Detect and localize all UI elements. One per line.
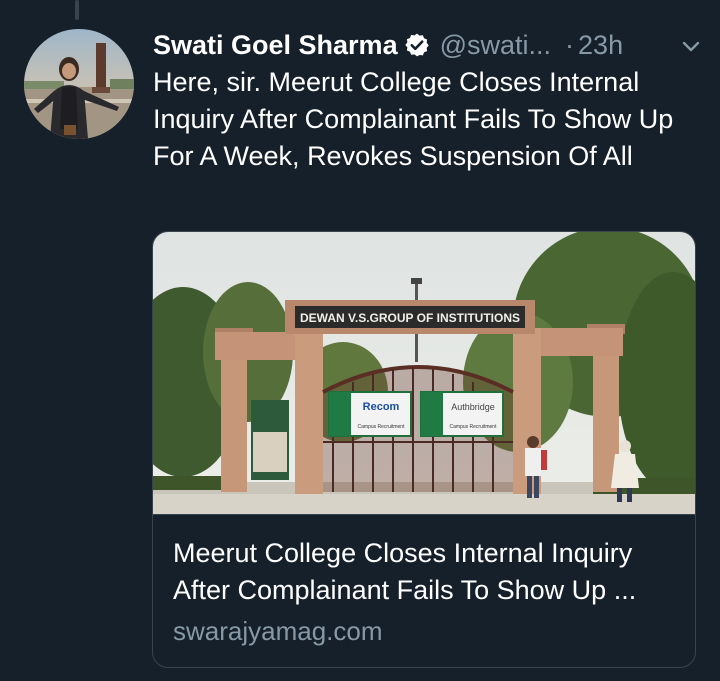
timestamp[interactable]: 23h [578,30,623,61]
banner-right-caption: Campus Recruitment [450,424,498,430]
link-preview-card[interactable]: DEWAN V.S.GROUP OF INSTITUTIONS Recom Ca… [152,231,696,668]
thread-connector-line [75,0,79,20]
banner-right-text: Authbridge [451,402,495,412]
tweet-text: Here, sir. Meerut College Closes Interna… [153,67,674,171]
verified-badge-icon [404,32,430,58]
banner-left-caption: Campus Recruitment [358,424,406,430]
card-domain[interactable]: swarajyamag.com [173,616,383,647]
card-image[interactable]: DEWAN V.S.GROUP OF INSTITUTIONS Recom Ca… [153,232,695,515]
gate-sign-text: DEWAN V.S.GROUP OF INSTITUTIONS [300,311,520,325]
avatar-photo [24,29,134,139]
banner-left-text: Recom [363,401,400,413]
separator-dot: · [565,29,575,60]
author-name[interactable]: Swati Goel Sharma [153,30,398,61]
avatar[interactable] [24,29,134,139]
chevron-down-icon[interactable] [679,34,703,58]
card-title[interactable]: Meerut College Closes Internal Inquiry A… [173,535,683,609]
tweet-header: Swati Goel Sharma @swati... · 23h [153,28,703,62]
tweet[interactable]: Swati Goel Sharma @swati... · 23h Here, … [0,0,720,681]
author-handle[interactable]: @swati... [440,30,551,61]
